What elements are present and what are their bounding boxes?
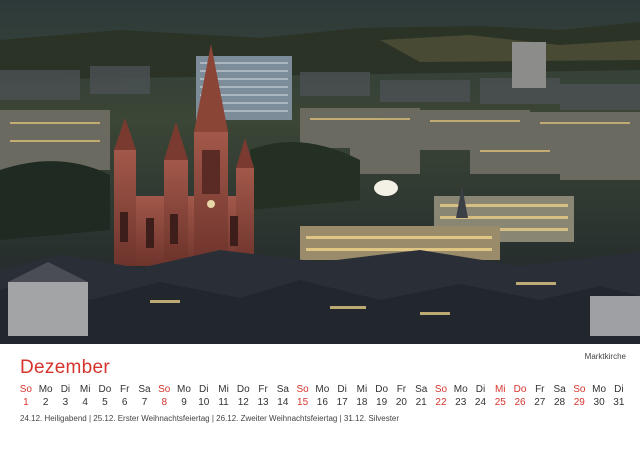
day-strip: So 1 Mo 2 Di 3 Mi 4 Do 5 Fr 6 Sa 7 So 8 Mo 9 Di 10 Mi 11 Do 12 F… [16, 383, 629, 409]
weekday-label: So [158, 384, 171, 395]
day-cell: Mi 25 [490, 383, 510, 409]
weekday-label: Mi [79, 384, 91, 395]
weekday-label: So [573, 384, 586, 395]
city-photo [0, 0, 640, 344]
city-night-illustration [0, 0, 640, 344]
weekday-label: Di [199, 384, 209, 395]
weekday-label: Di [614, 384, 624, 395]
day-cell: Mi 18 [352, 383, 372, 409]
day-cell: Fr 6 [115, 383, 135, 409]
day-cell: Do 12 [233, 383, 253, 409]
weekday-label: So [19, 384, 32, 395]
day-cell: Do 5 [95, 383, 115, 409]
day-number: 31 [613, 397, 625, 408]
day-cell: Di 17 [332, 383, 352, 409]
day-cell: Sa 28 [550, 383, 570, 409]
day-cell: Mo 30 [589, 383, 609, 409]
weekday-label: Fr [258, 384, 268, 395]
day-cell: Mo 23 [451, 383, 471, 409]
day-cell: Di 10 [194, 383, 214, 409]
day-cell: So 1 [16, 383, 36, 409]
weekday-label: Do [98, 384, 112, 395]
day-number: 11 [218, 397, 229, 408]
day-number: 8 [161, 397, 168, 408]
weekday-label: Fr [119, 384, 130, 395]
day-number: 27 [534, 397, 546, 408]
weekday-label: Mo [592, 384, 607, 395]
day-number: 25 [494, 397, 506, 408]
weekday-label: Di [337, 384, 347, 395]
day-number: 13 [257, 397, 269, 408]
day-number: 1 [23, 397, 29, 408]
day-number: 17 [336, 397, 348, 408]
day-number: 16 [316, 397, 328, 408]
day-cell: Mo 2 [36, 383, 56, 409]
holiday-notes: 24.12. Heiligabend | 25.12. Erster Weihn… [20, 414, 400, 423]
weekday-label: Di [475, 384, 486, 395]
month-title: Dezember [20, 357, 111, 378]
weekday-label: Di [60, 384, 71, 395]
weekday-label: Mo [177, 384, 191, 395]
weekday-label: So [434, 384, 448, 395]
day-number: 18 [356, 397, 368, 408]
day-cell: Sa 14 [273, 383, 293, 409]
weekday-label: Sa [415, 384, 428, 395]
weekday-label: Do [513, 384, 527, 395]
weekday-label: Mi [218, 384, 229, 395]
day-number: 22 [435, 397, 447, 408]
weekday-label: Mo [453, 384, 468, 395]
day-number: 26 [514, 397, 526, 408]
day-cell: Di 3 [56, 383, 76, 409]
photo-caption: Marktkirche [584, 352, 626, 361]
day-number: 7 [141, 397, 148, 408]
day-cell: Mo 16 [312, 383, 332, 409]
weekday-label: Sa [276, 384, 289, 395]
day-cell: Do 19 [372, 383, 392, 409]
weekday-label: So [296, 384, 309, 395]
day-number: 15 [297, 397, 309, 408]
day-cell: Di 24 [471, 383, 491, 409]
day-cell: Do 26 [510, 383, 530, 409]
day-cell: So 29 [569, 383, 589, 409]
day-cell: Fr 27 [530, 383, 550, 409]
weekday-label: Sa [138, 384, 151, 395]
day-number: 10 [198, 397, 210, 408]
weekday-label: Mi [356, 384, 368, 395]
day-number: 14 [277, 397, 289, 408]
weekday-label: Fr [535, 384, 545, 395]
day-cell: Mi 11 [214, 383, 234, 409]
day-cell: So 22 [431, 383, 451, 409]
day-cell: Sa 21 [411, 383, 431, 409]
day-number: 21 [415, 397, 427, 408]
day-cell: Fr 13 [253, 383, 273, 409]
weekday-label: Sa [553, 384, 566, 395]
day-number: 12 [237, 397, 249, 408]
day-number: 29 [573, 397, 585, 408]
day-number: 19 [376, 397, 388, 408]
day-cell: So 15 [293, 383, 313, 409]
day-cell: Mo 9 [174, 383, 194, 409]
day-number: 2 [42, 397, 49, 408]
day-cell: Sa 7 [135, 383, 155, 409]
day-number: 24 [474, 397, 487, 408]
day-number: 30 [593, 397, 605, 408]
day-number: 28 [553, 397, 566, 408]
day-cell: Di 31 [609, 383, 629, 409]
day-number: 6 [121, 397, 128, 408]
day-cell: Mi 4 [75, 383, 95, 409]
weekday-label: Mo [38, 384, 53, 395]
day-number: 4 [82, 397, 88, 408]
weekday-label: Mi [494, 384, 506, 395]
weekday-label: Do [236, 384, 250, 395]
day-number: 3 [62, 397, 69, 408]
day-cell: Fr 20 [392, 383, 412, 409]
day-number: 23 [455, 397, 467, 408]
weekday-label: Fr [396, 384, 407, 395]
weekday-label: Mo [315, 384, 330, 395]
weekday-label: Do [375, 384, 389, 395]
day-number: 20 [395, 397, 407, 408]
day-number: 9 [181, 397, 187, 408]
day-cell: So 8 [154, 383, 174, 409]
day-number: 5 [102, 397, 108, 408]
